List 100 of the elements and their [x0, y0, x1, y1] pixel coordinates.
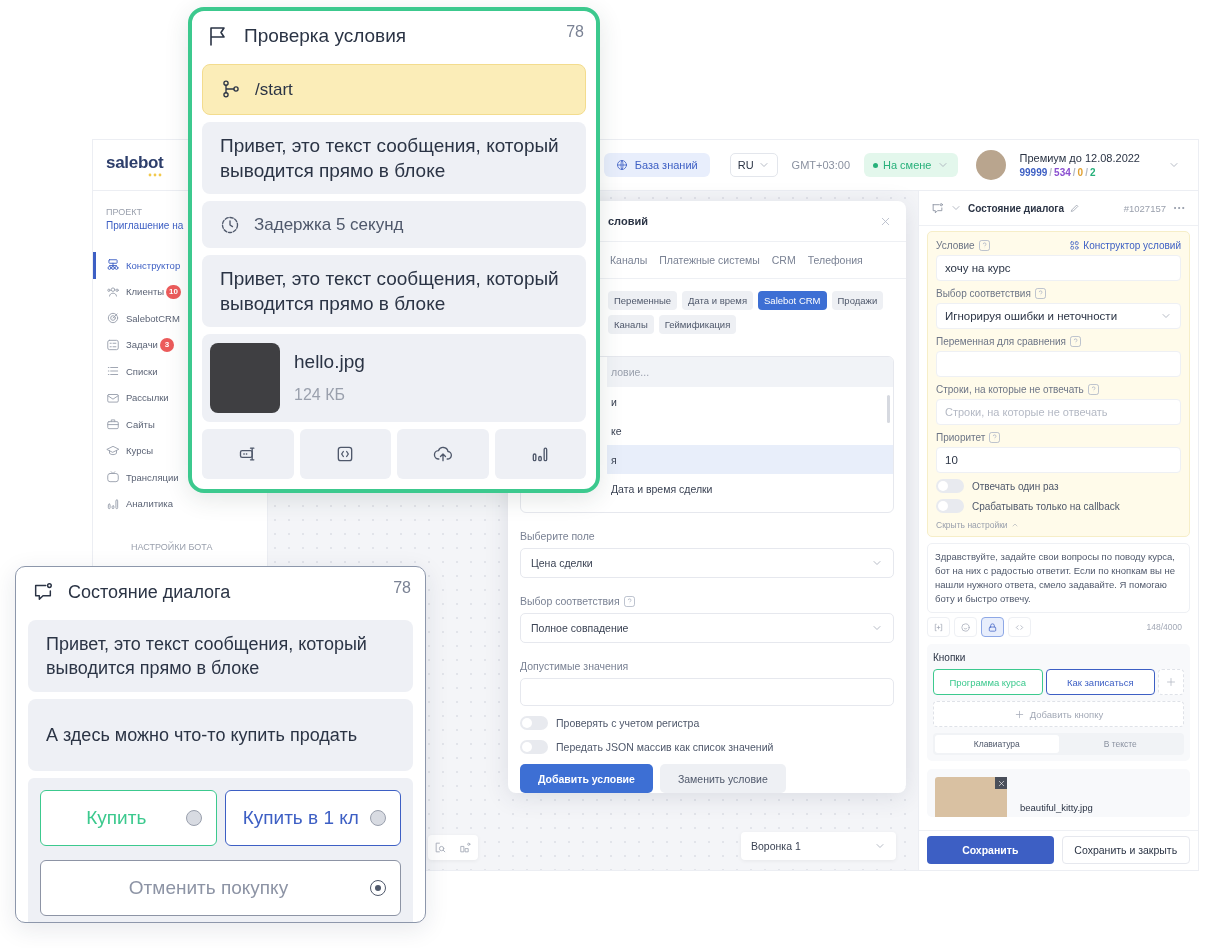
format-button[interactable]	[981, 617, 1004, 637]
sidebar-item[interactable]: Курсы	[93, 437, 156, 464]
magnifier-icon	[434, 841, 447, 854]
tv-icon	[106, 470, 120, 485]
save-close-button[interactable]: Сохранить и закрыть	[1061, 836, 1190, 864]
sitemap-icon	[106, 258, 120, 273]
section-title: Кнопки	[933, 652, 967, 663]
timezone-label: GMT+03:00	[791, 159, 850, 171]
add-icon[interactable]	[1158, 669, 1184, 695]
action-button[interactable]	[397, 429, 489, 480]
reply-button[interactable]: Как записаться	[1045, 669, 1155, 695]
count-badge: 10	[166, 284, 181, 299]
delay-text: Задержка 5 секунд	[254, 214, 404, 236]
separator-text: /	[1072, 167, 1076, 178]
count-badge: 3	[159, 337, 174, 352]
message-block: Привет, это текст сообщения, который выводится прямо в блоке	[202, 121, 586, 194]
sidebar-item[interactable]: Аналитика	[93, 490, 176, 517]
help-icon[interactable]	[989, 432, 1001, 443]
priority-field[interactable]: 10	[936, 447, 1181, 473]
list-item[interactable]: ке	[607, 416, 893, 445]
sidebar-item[interactable]: Задачи 3	[93, 331, 176, 358]
sidebar-item[interactable]: Рассылки	[93, 384, 171, 411]
briefcase-icon	[106, 417, 120, 432]
help-icon[interactable]	[1034, 288, 1046, 299]
tab[interactable]: Каналы	[610, 254, 648, 266]
sidebar-item[interactable]: Трансляции	[93, 464, 181, 491]
message-field[interactable]: Здравствуйте, задайте свои вопросы по поводу курса, бот на них с радостью ответит. Если по кнопкам вы не нашли нужного ответа, смело задавайте. Я помогаю боту и быстро отвечу.	[927, 543, 1190, 613]
category-chip[interactable]: Каналы	[608, 315, 654, 334]
counter-value: 534	[1054, 167, 1071, 178]
panel-title: Состояние диалога	[968, 202, 1064, 214]
counter-value: 2	[1089, 167, 1096, 178]
match-select[interactable]: Игнорируя ошибки и неточности	[936, 303, 1181, 329]
action-button[interactable]	[202, 429, 294, 480]
values-field[interactable]	[520, 678, 894, 706]
field-label: Выбор соответствия	[936, 288, 1031, 299]
list-item[interactable]: я	[607, 445, 893, 474]
help-icon[interactable]	[1087, 384, 1099, 395]
smiley-icon	[960, 621, 971, 633]
section-heading: НАСТРОЙКИ БОТА	[130, 542, 214, 552]
match-select[interactable]: Полное совпадение	[520, 613, 894, 643]
reply-button[interactable]: Купить в 1 кл	[224, 790, 401, 846]
mode-tab[interactable]: Клавиатура	[935, 735, 1059, 753]
help-icon[interactable]	[623, 595, 635, 607]
category-chip[interactable]: Переменные	[608, 291, 678, 310]
char-counter: 148/4000	[1146, 622, 1182, 632]
close-x-icon	[996, 778, 1006, 788]
clock-icon	[220, 214, 240, 235]
chevron-up-icon	[1010, 521, 1019, 529]
chat-icon	[32, 581, 54, 603]
target-icon	[106, 311, 120, 326]
sidebar-item[interactable]: Сайты	[93, 411, 157, 438]
branch-icon	[221, 79, 241, 100]
knowledge-base-button[interactable]: База знаний	[603, 153, 710, 177]
add-condition-button[interactable]: Добавить условие	[520, 764, 653, 793]
photo-placeholder	[210, 343, 280, 414]
language-select[interactable]: RU	[729, 153, 778, 177]
avatar[interactable]	[975, 150, 1006, 180]
help-icon[interactable]	[1070, 336, 1081, 347]
sidebar-item[interactable]: Списки	[93, 358, 160, 385]
replace-condition-button[interactable]: Заменить условие	[659, 764, 786, 793]
action-button[interactable]	[299, 429, 391, 480]
braces-icon	[933, 621, 944, 633]
project-label: ПРОЕКТ	[105, 207, 144, 217]
chat-icon	[931, 201, 944, 215]
field-select[interactable]: Цена сделки	[520, 548, 894, 578]
remove-icon[interactable]	[995, 777, 1007, 789]
dialog-title: словий	[608, 215, 649, 227]
category-chip[interactable]: Продажи	[831, 291, 884, 310]
action-button[interactable]	[494, 429, 586, 480]
sidebar-item[interactable]: Клиенты 10	[93, 278, 183, 305]
list-item[interactable]: и	[607, 387, 893, 416]
logo-text: salebot	[106, 153, 165, 173]
field-label: Условие	[936, 240, 975, 251]
field-label: Выберите поле	[520, 530, 596, 542]
file-name: hello.jpg	[294, 350, 365, 375]
grid-icon	[1069, 240, 1081, 251]
category-chip[interactable]: Дата и время	[682, 291, 754, 310]
project-name[interactable]: Приглашение на	[106, 220, 184, 231]
tab[interactable]: CRM	[771, 254, 796, 266]
toggle-label: Передать JSON массив как список значений	[556, 741, 774, 753]
tab[interactable]: Телефония	[807, 254, 863, 266]
funnel-select[interactable]: Воронка 1	[741, 832, 896, 860]
pencil-icon	[1070, 203, 1080, 213]
save-button[interactable]: Сохранить	[927, 836, 1054, 864]
checklist-icon	[106, 337, 120, 352]
field-label: Переменная для сравнения	[936, 336, 1066, 347]
sidebar-item[interactable]: Конструктор	[93, 252, 183, 279]
help-icon[interactable]	[978, 240, 990, 251]
card-title: Состояние диалога	[68, 581, 231, 603]
tab[interactable]: Платежные системы	[659, 254, 760, 266]
list-item[interactable]: Дата и время сделки	[607, 474, 893, 503]
category-chip[interactable]: Salebot CRM	[758, 291, 827, 310]
constructor-link[interactable]: Конструктор условий	[1069, 240, 1181, 251]
trigger-text: /start	[255, 78, 293, 101]
category-chip[interactable]: Геймификация	[658, 315, 737, 334]
sidebar-item[interactable]: SalebotCRM	[93, 305, 182, 332]
globe-icon	[615, 159, 628, 171]
condition-field[interactable]: хочу на курс	[936, 255, 1181, 281]
people-icon	[106, 284, 120, 299]
card-title: Проверка условия	[244, 24, 407, 47]
